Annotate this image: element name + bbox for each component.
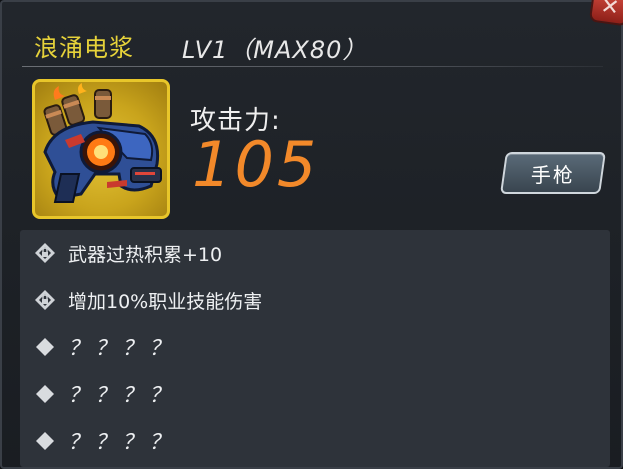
weapon-icon-frame	[32, 79, 170, 219]
attribute-text: ？？？？	[68, 383, 176, 407]
attribute-list: 武器过热积累+10 增加10%职业技能伤害 ？？？？ ？？？？ ？？？？	[20, 230, 610, 467]
lock-diamond-icon	[35, 290, 55, 310]
diamond-icon	[36, 385, 54, 403]
attribute-text: ？？？？	[68, 336, 176, 360]
attack-value: 105	[192, 128, 320, 201]
weapon-info-panel: ✕ 浪涌电浆 LV1（MAX80） 攻击力: 105 手枪 武器过热积累+10 …	[0, 0, 623, 469]
header-divider	[22, 66, 603, 67]
diamond-icon	[36, 338, 54, 356]
weapon-type-label: 手枪	[531, 162, 575, 187]
plasma-gun-icon	[43, 83, 162, 203]
weapon-level: LV1（MAX80）	[182, 36, 368, 64]
diamond-icon	[36, 432, 54, 450]
weapon-name: 浪涌电浆	[34, 34, 134, 62]
lock-diamond-icon	[35, 243, 55, 263]
weapon-type-button[interactable]: 手枪	[500, 152, 606, 194]
attribute-text: 武器过热积累+10	[68, 243, 223, 266]
attribute-text: ？？？？	[68, 430, 176, 454]
attribute-text: 增加10%职业技能伤害	[68, 290, 263, 313]
close-icon[interactable]: ✕	[591, 0, 623, 25]
